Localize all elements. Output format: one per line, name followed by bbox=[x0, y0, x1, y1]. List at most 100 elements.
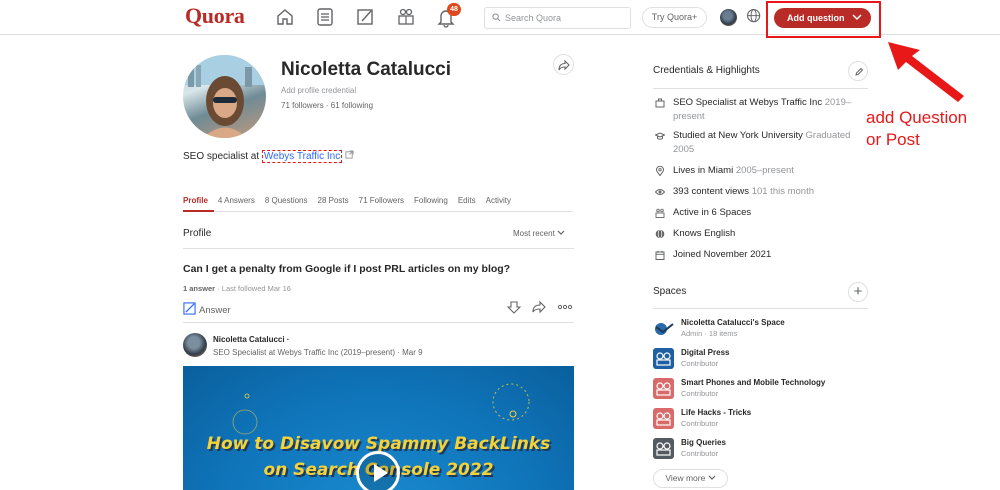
quora-logo[interactable]: Quora bbox=[185, 3, 245, 29]
view-more-button[interactable]: View more bbox=[653, 469, 728, 488]
feed-section-title: Profile bbox=[183, 228, 212, 239]
space-role: Admin · 18 items bbox=[681, 329, 738, 338]
graduation-icon bbox=[655, 132, 665, 140]
following-icon[interactable] bbox=[314, 6, 336, 28]
credential-text: Knows English bbox=[673, 228, 736, 239]
spaces-title: Spaces bbox=[653, 286, 687, 297]
profile-tabs: Profile 4 Answers 8 Questions 28 Posts 7… bbox=[183, 196, 511, 210]
space-item[interactable]: Digital Press Contributor bbox=[653, 348, 868, 374]
credentials-title: Credentials & Highlights bbox=[653, 65, 760, 76]
sort-label: Most recent bbox=[513, 229, 555, 238]
spaces-icon bbox=[655, 208, 665, 218]
credential-dates: 2005–present bbox=[735, 165, 794, 176]
tabs-divider bbox=[183, 211, 573, 212]
calendar-icon bbox=[655, 250, 665, 260]
edit-credentials-button[interactable] bbox=[848, 61, 868, 81]
language-globe-icon[interactable] bbox=[745, 7, 767, 29]
location-icon bbox=[655, 166, 665, 176]
space-icon bbox=[653, 318, 674, 339]
credential-location[interactable]: Lives in Miami 2005–present bbox=[655, 164, 865, 178]
more-options-icon[interactable] bbox=[557, 304, 573, 310]
space-item[interactable]: Nicoletta Catalucci's Space Admin · 18 i… bbox=[653, 318, 868, 344]
answer-icon[interactable] bbox=[354, 6, 376, 28]
briefcase-icon bbox=[655, 98, 665, 108]
add-profile-credential-link[interactable]: Add profile credential bbox=[281, 86, 356, 95]
search-icon bbox=[492, 13, 501, 22]
space-icon bbox=[653, 378, 674, 399]
chevron-down-icon bbox=[708, 475, 716, 480]
answer-label: Answer bbox=[199, 305, 231, 316]
search-input[interactable]: Search Quora bbox=[484, 7, 631, 29]
space-name: Life Hacks - Tricks bbox=[681, 408, 752, 417]
answer-button[interactable]: Answer bbox=[183, 302, 231, 316]
annotation-line-2: or Post bbox=[866, 130, 920, 149]
annotation-highlight-box bbox=[766, 1, 881, 38]
credential-text: Joined November 2021 bbox=[673, 249, 772, 260]
follow-counts[interactable]: 71 followers · 61 following bbox=[281, 101, 373, 110]
space-role: Contributor bbox=[681, 359, 719, 368]
question-title[interactable]: Can I get a penalty from Google if I pos… bbox=[183, 263, 510, 275]
credential-views[interactable]: 393 content views 101 this month bbox=[655, 185, 865, 199]
credential-education[interactable]: Studied at New York University Graduated… bbox=[655, 129, 865, 157]
pencil-icon bbox=[183, 302, 196, 315]
space-name: Big Queries bbox=[681, 438, 726, 447]
question-meta: 1 answer · Last followed Mar 16 bbox=[183, 284, 291, 293]
add-space-button[interactable]: + bbox=[848, 282, 868, 302]
share-icon[interactable] bbox=[532, 300, 546, 314]
profile-photo[interactable] bbox=[183, 55, 266, 138]
post-author-name[interactable]: Nicoletta Catalucci · bbox=[213, 335, 289, 344]
divider bbox=[183, 248, 574, 249]
answer-count[interactable]: 1 answer bbox=[183, 284, 215, 293]
globe-icon bbox=[655, 229, 665, 239]
tab-profile[interactable]: Profile bbox=[183, 196, 208, 210]
tab-answers[interactable]: 4 Answers bbox=[218, 196, 255, 210]
space-name: Smart Phones and Mobile Technology bbox=[681, 378, 826, 387]
profile-bio: SEO specialist at Webys Traffic Inc bbox=[183, 150, 354, 163]
annotation-arrow bbox=[888, 42, 964, 102]
active-tab-indicator bbox=[183, 210, 214, 212]
last-followed: · Last followed Mar 16 bbox=[215, 284, 291, 293]
post-author-avatar[interactable] bbox=[183, 333, 207, 357]
eye-icon bbox=[655, 189, 665, 195]
share-profile-button[interactable] bbox=[553, 54, 574, 75]
credential-text: SEO Specialist at Webys Traffic Inc bbox=[673, 97, 825, 108]
credential-spaces[interactable]: Active in 6 Spaces bbox=[655, 206, 865, 220]
tab-followers[interactable]: 71 Followers bbox=[359, 196, 404, 210]
tab-posts[interactable]: 28 Posts bbox=[318, 196, 349, 210]
space-role: Contributor bbox=[681, 419, 719, 428]
credential-text: Studied at New York University bbox=[673, 130, 806, 141]
credential-text: Lives in Miami bbox=[673, 165, 736, 176]
divider bbox=[653, 88, 868, 89]
credential-text: 393 content views bbox=[673, 186, 752, 197]
home-icon[interactable] bbox=[274, 6, 296, 28]
bio-prefix: SEO specialist at bbox=[183, 151, 262, 162]
post-thumbnail-image[interactable]: How to Disavow Spammy BackLinks on Searc… bbox=[183, 366, 574, 490]
user-avatar[interactable] bbox=[720, 9, 737, 26]
tab-activity[interactable]: Activity bbox=[486, 196, 511, 210]
space-name: Nicoletta Catalucci's Space bbox=[681, 318, 785, 327]
tab-edits[interactable]: Edits bbox=[458, 196, 476, 210]
downvote-icon[interactable] bbox=[507, 300, 521, 314]
tab-following[interactable]: Following bbox=[414, 196, 448, 210]
annotation-line-1: add Question bbox=[866, 108, 968, 127]
spaces-icon[interactable] bbox=[395, 6, 417, 28]
space-icon bbox=[653, 348, 674, 369]
credential-language[interactable]: Knows English bbox=[655, 227, 865, 241]
tab-questions[interactable]: 8 Questions bbox=[265, 196, 308, 210]
space-item[interactable]: Smart Phones and Mobile Technology Contr… bbox=[653, 378, 868, 404]
credential-employment[interactable]: SEO Specialist at Webys Traffic Inc 2019… bbox=[655, 96, 865, 124]
space-item[interactable]: Life Hacks - Tricks Contributor bbox=[653, 408, 868, 434]
try-quora-plus-button[interactable]: Try Quora+ bbox=[642, 7, 707, 28]
credential-joined[interactable]: Joined November 2021 bbox=[655, 248, 865, 262]
play-icon[interactable] bbox=[356, 451, 400, 490]
chevron-down-icon bbox=[557, 230, 565, 235]
profile-name: Nicoletta Catalucci bbox=[281, 59, 451, 80]
space-icon bbox=[653, 438, 674, 459]
space-role: Contributor bbox=[681, 389, 719, 398]
search-placeholder: Search Quora bbox=[505, 13, 562, 23]
space-item[interactable]: Big Queries Contributor bbox=[653, 438, 868, 464]
employer-link[interactable]: Webys Traffic Inc bbox=[261, 150, 343, 163]
divider bbox=[183, 322, 574, 323]
credential-dates: 101 this month bbox=[751, 186, 815, 197]
sort-dropdown[interactable]: Most recent bbox=[513, 229, 565, 238]
